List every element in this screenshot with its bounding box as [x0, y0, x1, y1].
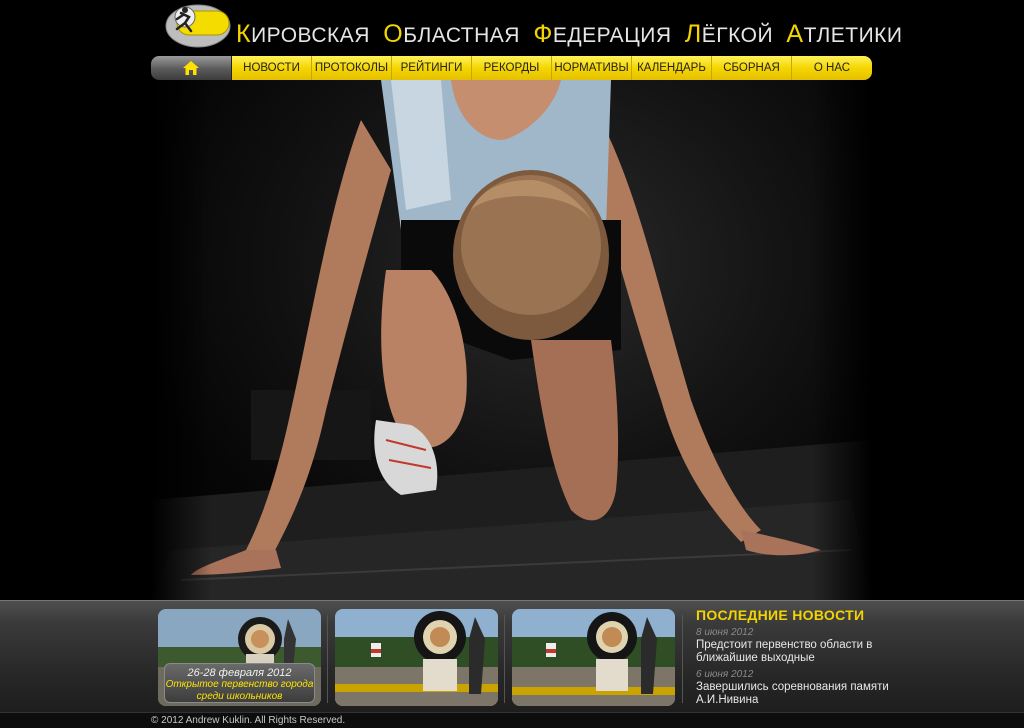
federation-logo[interactable] — [163, 1, 233, 51]
news-date: 8 июня 2012 — [696, 627, 754, 638]
title-word-1: КИРОВСКАЯ — [236, 20, 370, 48]
news-thumbnail-3[interactable] — [512, 609, 675, 706]
thumbnail-divider — [504, 615, 505, 703]
thumbnail-divider — [327, 615, 328, 703]
nav-item-ratings[interactable]: РЕЙТИНГИ — [392, 56, 472, 80]
nav-item-calendar[interactable]: КАЛЕНДАРЬ — [632, 56, 712, 80]
news-thumbnail-2[interactable] — [335, 609, 498, 706]
nav-item-protocols[interactable]: ПРОТОКОЛЫ — [312, 56, 392, 80]
news-link[interactable]: Предстоит первенство области в ближайшие… — [696, 639, 896, 665]
nav-item-news[interactable]: НОВОСТИ — [232, 56, 312, 80]
nav-item-team[interactable]: СБОРНАЯ — [712, 56, 792, 80]
news-thumbnail-1[interactable]: 26-28 февраля 2012 Открытое первенство г… — [158, 609, 321, 706]
nav-item-standards[interactable]: НОРМАТИВЫ — [552, 56, 632, 80]
thumbnail-date: 26-28 февраля 2012 — [187, 667, 292, 679]
home-icon — [183, 61, 199, 75]
thumbnail-divider — [682, 615, 683, 703]
sprinter-illustration — [151, 80, 872, 600]
title-word-2: ОБЛАСТНАЯ — [383, 20, 520, 48]
trophy-photo — [512, 609, 675, 706]
hero-right-fade — [812, 80, 872, 600]
main-nav: НОВОСТИ ПРОТОКОЛЫ РЕЙТИНГИ РЕКОРДЫ НОРМА… — [151, 56, 872, 80]
nav-item-records[interactable]: РЕКОРДЫ — [472, 56, 552, 80]
thumbnail-caption: 26-28 февраля 2012 Открытое первенство г… — [164, 663, 315, 703]
thumbnail-title-line1: Открытое первенство города — [165, 679, 314, 690]
copyright-text: © 2012 Andrew Kuklin. All Rights Reserve… — [151, 715, 346, 726]
nav-home-button[interactable] — [151, 56, 232, 80]
title-word-5: АТЛЕТИКИ — [786, 20, 903, 48]
nav-item-about[interactable]: О НАС — [792, 56, 872, 80]
title-word-4: ЛЁГКОЙ — [684, 20, 774, 48]
thumbnail-title-line2: среди школьников — [196, 691, 283, 702]
hero-left-fade — [151, 80, 211, 600]
title-word-3: ФЕДЕРАЦИЯ — [533, 20, 672, 48]
news-link[interactable]: Завершились соревнования памяти А.И.Ниви… — [696, 681, 896, 707]
site-title: КИРОВСКАЯ ОБЛАСТНАЯ ФЕДЕРАЦИЯ ЛЁГКОЙ АТЛ… — [236, 20, 903, 49]
latest-news-header: ПОСЛЕДНИЕ НОВОСТИ — [696, 607, 865, 623]
news-item[interactable]: 8 июня 2012 Предстоит первенство области… — [696, 627, 896, 665]
latest-news: ПОСЛЕДНИЕ НОВОСТИ 8 июня 2012 Предстоит … — [696, 607, 896, 707]
footer: © 2012 Andrew Kuklin. All Rights Reserve… — [0, 712, 1024, 728]
news-date: 6 июня 2012 — [696, 669, 754, 680]
site-header: КИРОВСКАЯ ОБЛАСТНАЯ ФЕДЕРАЦИЯ ЛЁГКОЙ АТЛ… — [0, 0, 1024, 54]
hero-image-sprinter — [151, 80, 872, 600]
news-item[interactable]: 6 июня 2012 Завершились соревнования пам… — [696, 669, 896, 707]
trophy-photo — [335, 609, 498, 706]
